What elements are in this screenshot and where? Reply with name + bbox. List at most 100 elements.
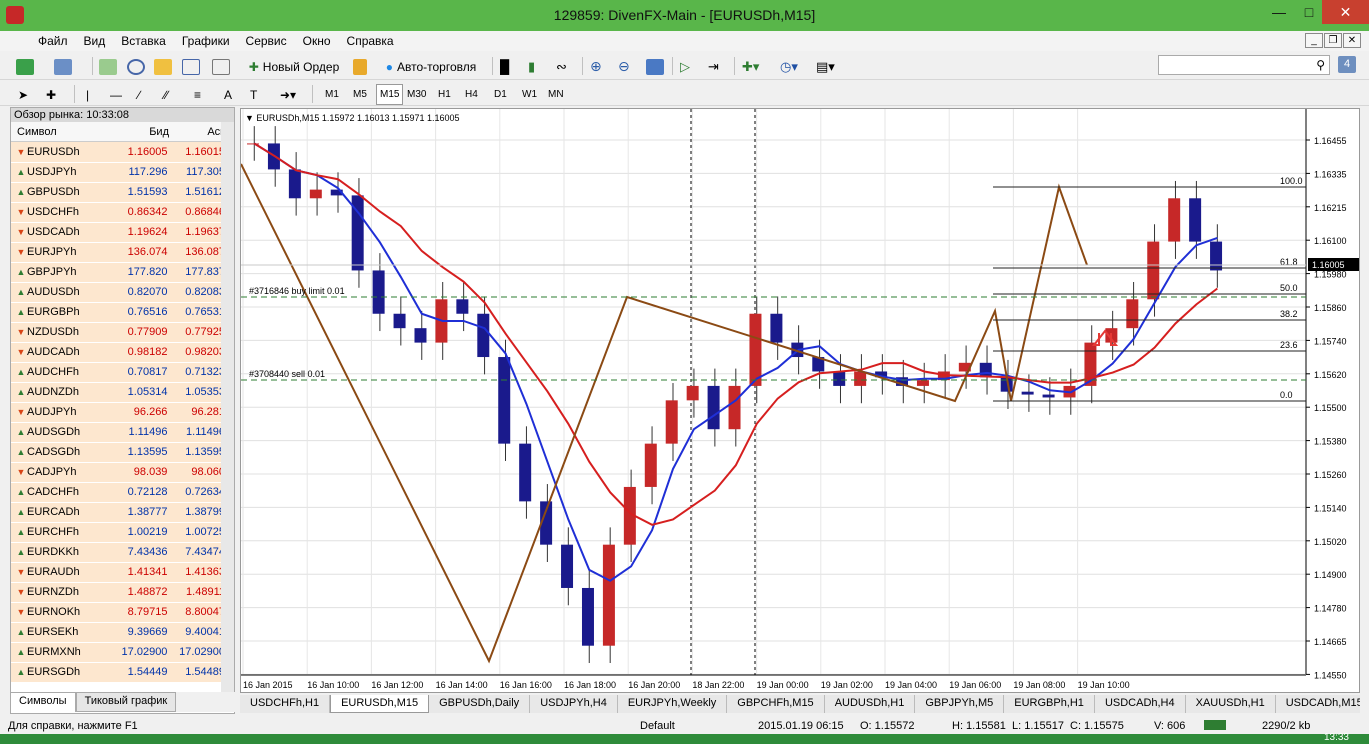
col-ask[interactable]: Аск bbox=[169, 126, 225, 138]
horizontal-line-icon[interactable]: — bbox=[110, 84, 122, 105]
metaeditor-icon[interactable] bbox=[353, 58, 367, 75]
chart-tab[interactable]: EURGBPh,H1 bbox=[1004, 695, 1095, 713]
chart-tab[interactable]: EURJPYh,Weekly bbox=[618, 695, 728, 713]
menu-insert[interactable]: Вставка bbox=[113, 34, 174, 48]
market-watch-row[interactable]: ▲ USDJPYh 117.296 117.305 bbox=[11, 162, 231, 183]
navigator-icon[interactable] bbox=[154, 58, 172, 75]
text-icon[interactable]: A bbox=[224, 84, 232, 105]
market-watch-row[interactable]: ▲ CADCHFh 0.72128 0.72634 bbox=[11, 482, 231, 503]
tf-mn-button[interactable]: MN bbox=[545, 84, 567, 105]
market-watch-row[interactable]: ▼ EURJPYh 136.074 136.087 bbox=[11, 242, 231, 263]
close-button[interactable]: ✕ bbox=[1322, 0, 1369, 24]
chart-tab[interactable]: USDCHFh,H1 bbox=[240, 695, 331, 713]
market-watch-row[interactable]: ▲ EURCHFh 1.00219 1.00725 bbox=[11, 522, 231, 543]
tf-d1-button[interactable]: D1 bbox=[491, 84, 510, 105]
market-watch-row[interactable]: ▲ GBPUSDh 1.51593 1.51612 bbox=[11, 182, 231, 203]
menu-view[interactable]: Вид bbox=[76, 34, 114, 48]
tf-w1-button[interactable]: W1 bbox=[519, 84, 540, 105]
chart-tab[interactable]: USDCADh,M15 bbox=[1276, 695, 1360, 713]
vertical-line-icon[interactable]: | bbox=[86, 84, 89, 105]
tab-tick-chart[interactable]: Тиковый график bbox=[75, 692, 177, 712]
market-watch-row[interactable]: ▲ EURSEKh 9.39669 9.40041 bbox=[11, 622, 231, 643]
market-watch-row[interactable]: ▲ GBPJPYh 177.820 177.837 bbox=[11, 262, 231, 283]
mdi-minimize-button[interactable]: _ bbox=[1305, 33, 1323, 48]
help-icon[interactable]: 4 bbox=[1338, 56, 1356, 73]
market-watch-row[interactable]: ▲ EURGBPh 0.76516 0.76531 bbox=[11, 302, 231, 323]
market-watch-row[interactable]: ▼ EURNZDh 1.48872 1.48911 bbox=[11, 582, 231, 603]
mdi-close-button[interactable]: ✕ bbox=[1343, 33, 1361, 48]
zoom-in-icon[interactable]: ⊕ bbox=[590, 56, 602, 77]
tile-windows-icon[interactable] bbox=[646, 58, 664, 75]
maximize-button[interactable]: □ bbox=[1296, 0, 1322, 24]
periods-icon[interactable]: ◷▾ bbox=[780, 56, 798, 77]
chart-tab[interactable]: GBPJPYh,M5 bbox=[915, 695, 1005, 713]
arrows-icon[interactable]: ➜▾ bbox=[280, 84, 296, 105]
templates-icon[interactable]: ▤▾ bbox=[816, 56, 835, 77]
mdi-restore-button[interactable]: ❐ bbox=[1324, 33, 1342, 48]
chart-tab[interactable]: XAUUSDh,H1 bbox=[1186, 695, 1276, 713]
equidistant-channel-icon[interactable]: ∕∕ bbox=[164, 84, 168, 105]
new-order-button[interactable]: ✚ Новый Ордер bbox=[244, 56, 344, 77]
menu-window[interactable]: Окно bbox=[295, 34, 339, 48]
tf-h4-button[interactable]: H4 bbox=[462, 84, 481, 105]
menu-charts[interactable]: Графики bbox=[174, 34, 238, 48]
tf-h1-button[interactable]: H1 bbox=[435, 84, 454, 105]
market-watch-row[interactable]: ▲ AUDNZDh 1.05314 1.05353 bbox=[11, 382, 231, 403]
market-watch-row[interactable]: ▼ USDCADh 1.19624 1.19637 bbox=[11, 222, 231, 243]
trendline-icon[interactable]: ∕ bbox=[138, 84, 140, 105]
chart-tab[interactable]: AUDUSDh,H1 bbox=[825, 695, 916, 713]
chart-tab[interactable]: USDJPYh,H4 bbox=[530, 695, 618, 713]
market-watch-row[interactable]: ▲ AUDCHFh 0.70817 0.71323 bbox=[11, 362, 231, 383]
crosshair-icon[interactable]: ✚ bbox=[46, 84, 56, 105]
zoom-out-icon[interactable]: ⊖ bbox=[618, 56, 630, 77]
chart-window[interactable]: 1.16455 1.16335 1.16215 1.16100 1.15980 1.158… bbox=[240, 108, 1360, 693]
chart-shift-icon[interactable]: ⇥ bbox=[708, 56, 719, 77]
candlestick-icon[interactable]: ▮ bbox=[528, 56, 535, 77]
market-watch-row[interactable]: ▼ EURNOKh 8.79715 8.80047 bbox=[11, 602, 231, 623]
menu-help[interactable]: Справка bbox=[339, 34, 402, 48]
market-watch-row[interactable]: ▼ EURAUDh 1.41341 1.41363 bbox=[11, 562, 231, 583]
tf-m15-button[interactable]: M15 bbox=[376, 84, 404, 105]
profiles-icon[interactable] bbox=[54, 58, 72, 75]
strategy-tester-icon[interactable] bbox=[212, 58, 230, 75]
bar-chart-icon[interactable]: █ bbox=[500, 56, 509, 77]
menu-tools[interactable]: Сервис bbox=[238, 34, 295, 48]
market-watch-scrollbar[interactable] bbox=[221, 122, 234, 692]
chart-tab[interactable]: USDCADh,H4 bbox=[1095, 695, 1186, 713]
market-watch-row[interactable]: ▼ CADJPYh 98.039 98.060 bbox=[11, 462, 231, 483]
new-chart-icon[interactable] bbox=[16, 58, 34, 75]
market-watch-row[interactable]: ▼ EURUSDh 1.16005 1.16015 bbox=[11, 142, 231, 163]
menu-file[interactable]: Файл bbox=[30, 34, 76, 48]
market-watch-row[interactable]: ▲ CADSGDh 1.13595 1.13595 bbox=[11, 442, 231, 463]
fibonacci-icon[interactable]: ≡ bbox=[194, 84, 201, 105]
market-watch-row[interactable]: ▼ AUDJPYh 96.266 96.281 bbox=[11, 402, 231, 423]
text-label-icon[interactable]: T bbox=[250, 84, 257, 105]
market-watch-row[interactable]: ▲ AUDUSDh 0.82070 0.82083 bbox=[11, 282, 231, 303]
tf-m30-button[interactable]: M30 bbox=[404, 84, 429, 105]
col-bid[interactable]: Бид bbox=[111, 126, 169, 138]
search-input[interactable]: ⚲ bbox=[1158, 55, 1330, 75]
market-watch-row[interactable]: ▼ USDCHFh 0.86342 0.86846 bbox=[11, 202, 231, 223]
col-symbol[interactable]: Символ bbox=[11, 126, 111, 138]
chart-tab[interactable]: GBPCHFh,M15 bbox=[727, 695, 825, 713]
cursor-icon[interactable]: ➤ bbox=[18, 84, 28, 105]
price-chart[interactable]: 1.16455 1.16335 1.16215 1.16100 1.15980 1.158… bbox=[240, 109, 1360, 692]
line-chart-icon[interactable]: ∾ bbox=[556, 56, 567, 77]
chart-tab[interactable]: GBPUSDh,Daily bbox=[429, 695, 531, 713]
market-watch-row[interactable]: ▲ EURMXNh 17.02900 17.02900 bbox=[11, 642, 231, 663]
market-watch-row[interactable]: ▼ NZDUSDh 0.77909 0.77925 bbox=[11, 322, 231, 343]
market-watch-row[interactable]: ▲ EURSGDh 1.54449 1.54489 bbox=[11, 662, 231, 683]
tf-m1-button[interactable]: M1 bbox=[322, 84, 342, 105]
market-watch-row[interactable]: ▲ EURCADh 1.38777 1.38799 bbox=[11, 502, 231, 523]
tf-m5-button[interactable]: M5 bbox=[350, 84, 370, 105]
data-window-icon[interactable] bbox=[127, 58, 145, 75]
market-watch-row[interactable]: ▼ AUDCADh 0.98182 0.98203 bbox=[11, 342, 231, 363]
market-watch-icon[interactable] bbox=[99, 58, 117, 75]
chart-tab[interactable]: EURUSDh,M15 bbox=[330, 695, 430, 713]
indicators-icon[interactable]: ✚▾ bbox=[742, 56, 759, 77]
minimize-button[interactable]: — bbox=[1262, 0, 1296, 24]
market-watch-row[interactable]: ▲ AUDSGDh 1.11496 1.11496 bbox=[11, 422, 231, 443]
terminal-icon[interactable] bbox=[182, 58, 200, 75]
autoscroll-icon[interactable]: ▷ bbox=[680, 56, 690, 77]
market-watch-row[interactable]: ▲ EURDKKh 7.43436 7.43474 bbox=[11, 542, 231, 563]
